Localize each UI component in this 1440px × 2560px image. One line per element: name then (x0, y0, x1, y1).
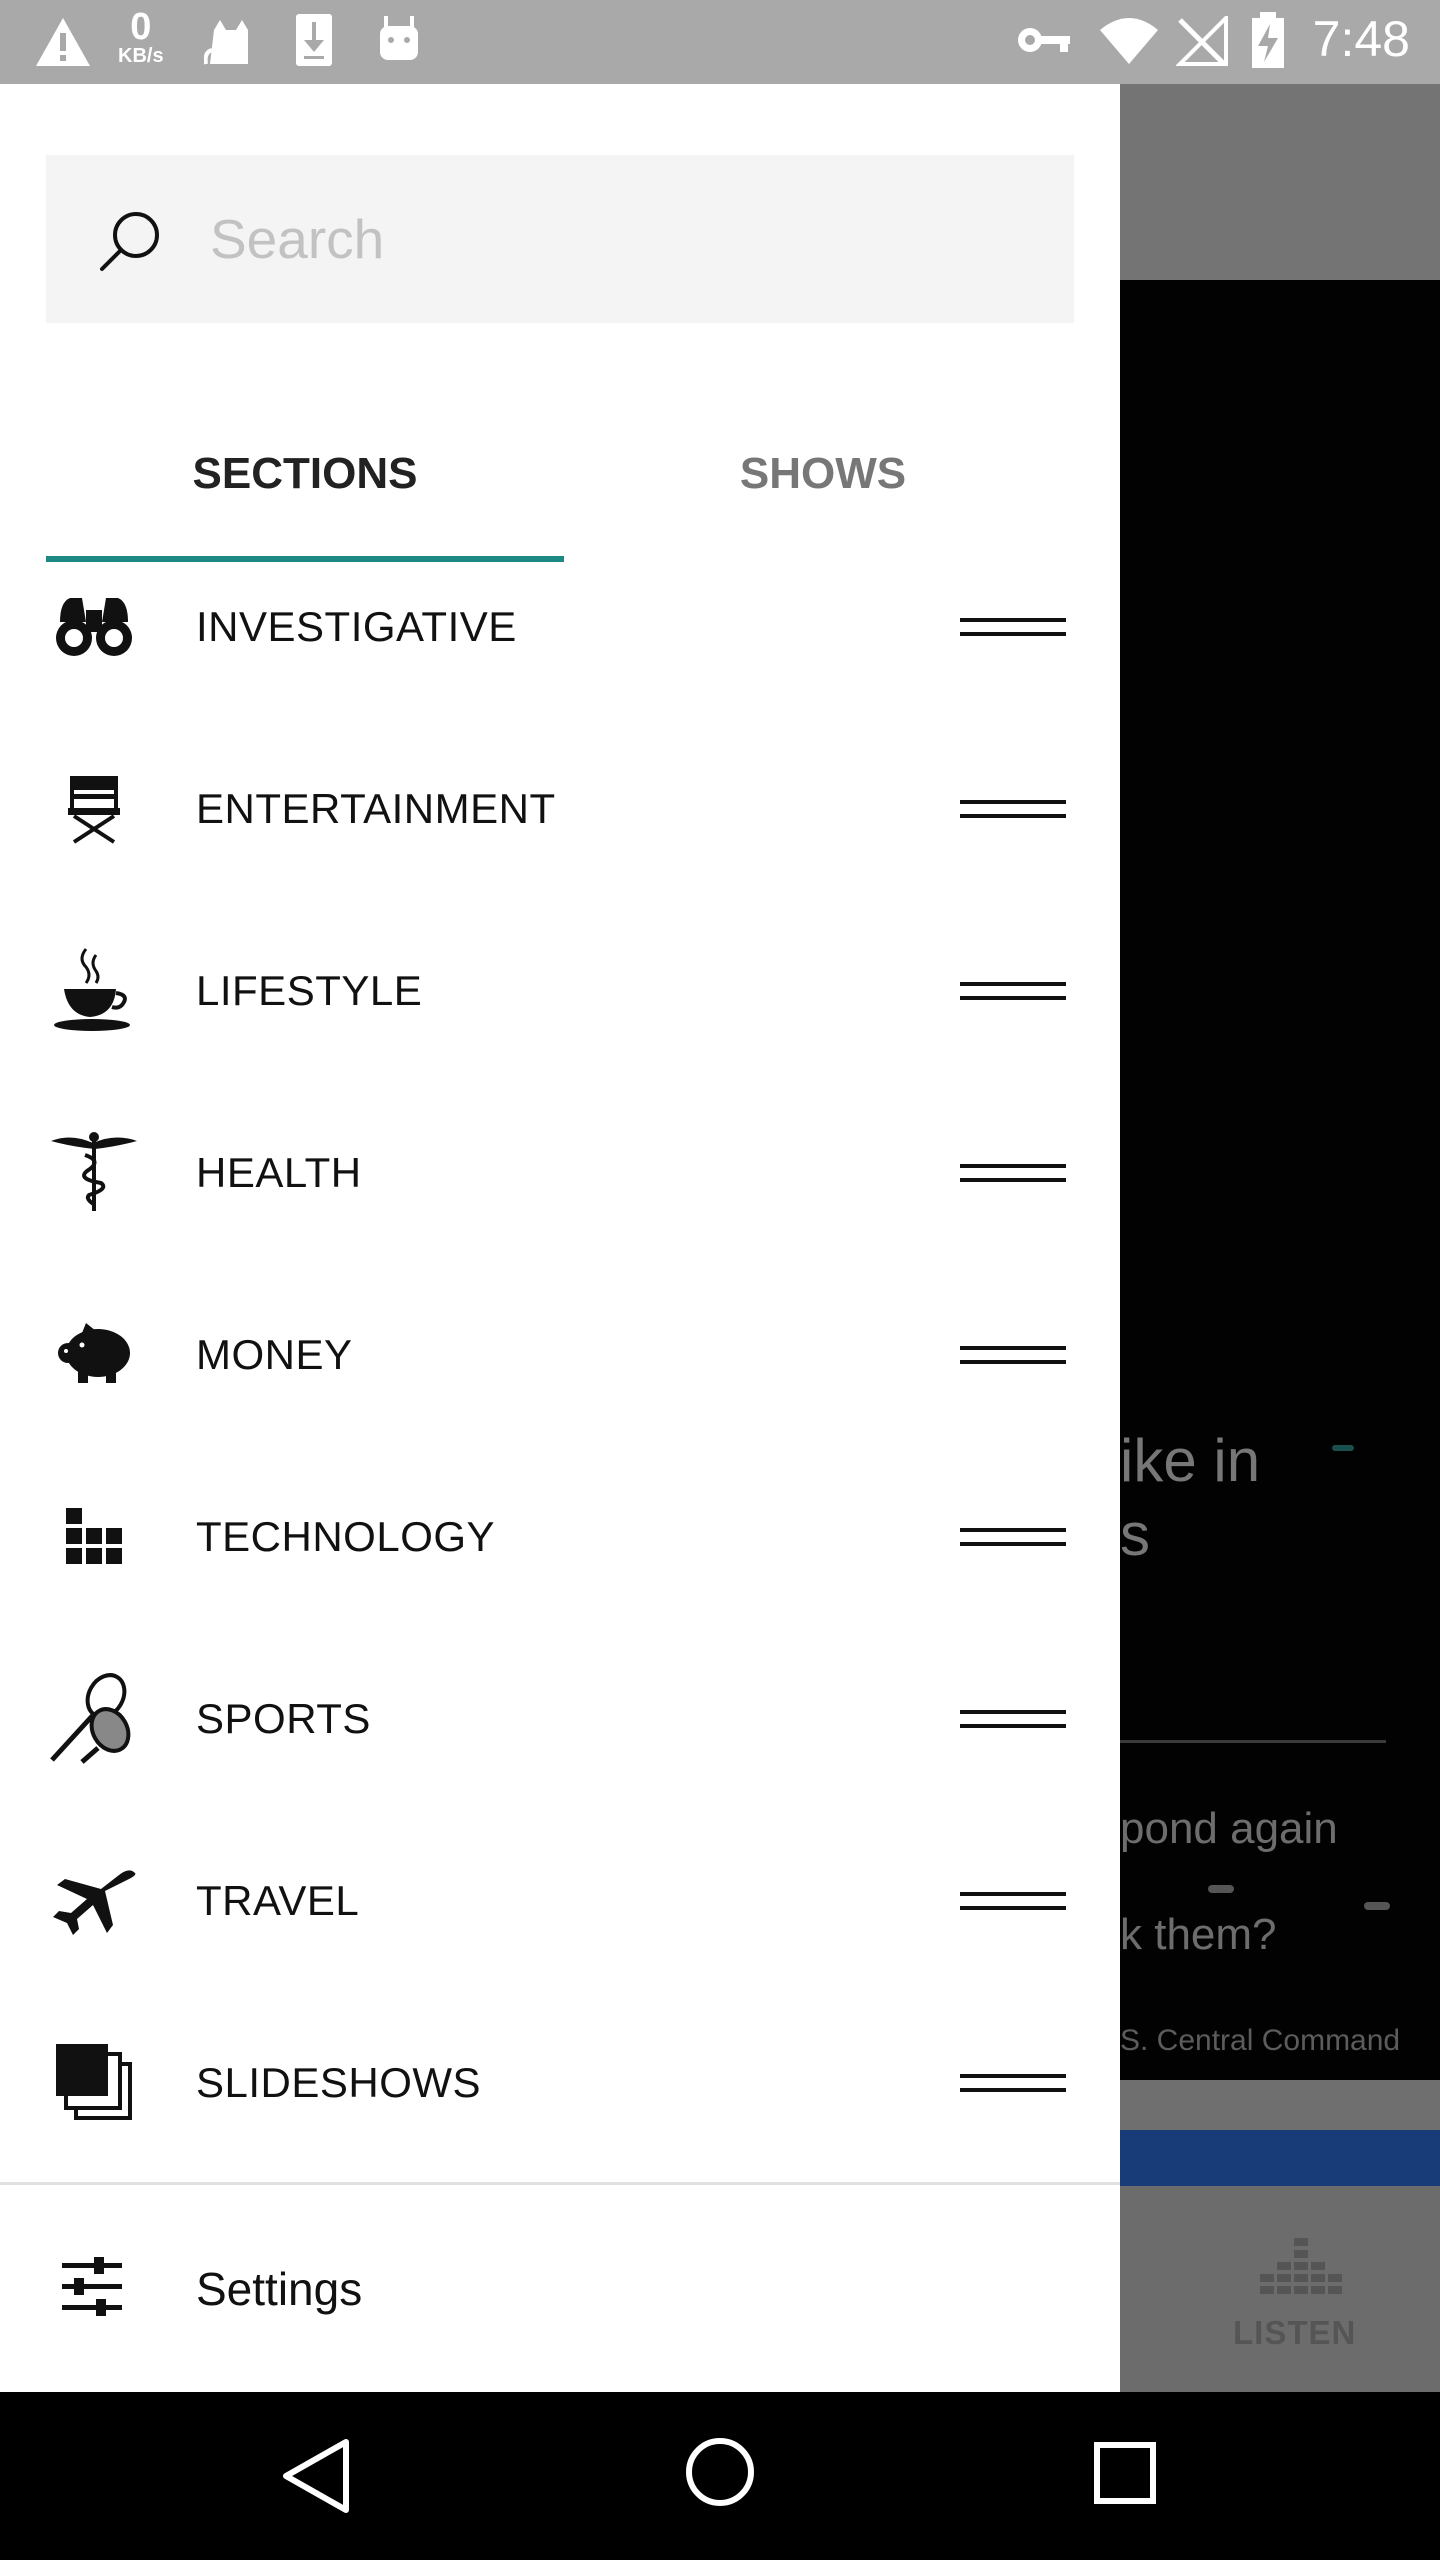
section-item-investigative[interactable]: INVESTIGATIVE (0, 536, 1120, 718)
directors-chair-icon (46, 760, 142, 856)
section-item-health[interactable]: HEALTH (0, 1082, 1120, 1264)
settings-label: Settings (196, 2262, 363, 2315)
android-icon (380, 16, 418, 60)
background-light-dot (1332, 1445, 1354, 1451)
cat-icon (204, 20, 248, 65)
caduceus-icon (46, 1124, 142, 1220)
download-icon (296, 14, 332, 66)
tab-shows-label: SHOWS (739, 449, 907, 498)
drag-handle-icon[interactable] (960, 1156, 1066, 1190)
section-item-slideshows[interactable]: SLIDESHOWS (0, 1992, 1120, 2174)
tennis-rackets-icon (46, 1670, 142, 1766)
drag-handle-icon[interactable] (960, 1520, 1066, 1554)
grid-blocks-icon (46, 1488, 142, 1584)
section-label: TECHNOLOGY (196, 1513, 496, 1560)
system-navigation-bar (0, 2392, 1440, 2560)
listen-tab-label: LISTEN (1233, 2314, 1357, 2351)
section-item-money[interactable]: MONEY (0, 1264, 1120, 1446)
background-divider (1120, 1740, 1386, 1743)
settings-item[interactable]: Settings (0, 2185, 1120, 2392)
back-icon[interactable] (280, 2438, 352, 2514)
drag-handle-icon[interactable] (960, 792, 1066, 826)
background-headline: ike in s (1120, 1427, 1261, 1568)
background-app: ike in s pond again k them? S. Central C… (1120, 84, 1440, 2392)
sliders-icon (62, 2257, 122, 2316)
section-label: TRAVEL (196, 1877, 360, 1924)
background-light-dot (1364, 1902, 1390, 1910)
section-item-sports[interactable]: SPORTS (0, 1628, 1120, 1810)
drag-handle-icon[interactable] (960, 2066, 1066, 2100)
section-item-travel[interactable]: TRAVEL (0, 1810, 1120, 1992)
wifi-icon (1100, 18, 1158, 64)
navigation-drawer: SECTIONS SHOWS INVESTIGATIVE ENTERTAINME… (0, 84, 1120, 2392)
section-label: LIFESTYLE (196, 967, 423, 1014)
status-time: 7:48 (1312, 11, 1410, 67)
drag-handle-icon[interactable] (960, 1702, 1066, 1736)
background-caption: S. Central Command (1120, 2024, 1401, 2057)
search-bar[interactable] (46, 155, 1074, 323)
section-label: INVESTIGATIVE (196, 603, 517, 650)
piggy-bank-icon (46, 1306, 142, 1402)
drag-handle-icon[interactable] (960, 1884, 1066, 1918)
section-label: SLIDESHOWS (196, 2059, 482, 2106)
section-item-lifestyle[interactable]: LIFESTYLE (0, 900, 1120, 1082)
background-header (1120, 84, 1440, 280)
background-light-dot (1208, 1885, 1234, 1893)
battery-charging-icon (1252, 12, 1284, 68)
section-label: MONEY (196, 1331, 353, 1378)
no-signal-icon (1176, 16, 1228, 66)
drag-handle-icon[interactable] (960, 610, 1066, 644)
stacked-slides-icon (46, 2034, 142, 2130)
background-text-line-1: pond again (1120, 1804, 1338, 1853)
search-input[interactable] (210, 191, 1030, 287)
tab-sections[interactable]: SECTIONS (46, 424, 564, 524)
section-label: SPORTS (196, 1695, 371, 1742)
background-strip (1120, 2080, 1440, 2130)
section-label: HEALTH (196, 1149, 362, 1196)
coffee-cup-icon (46, 942, 142, 1038)
section-item-entertainment[interactable]: ENTERTAINMENT (0, 718, 1120, 900)
vpn-key-icon (1018, 28, 1070, 52)
warning-icon (36, 18, 90, 66)
tab-sections-label: SECTIONS (192, 449, 418, 498)
home-icon[interactable] (684, 2436, 756, 2508)
airplane-icon (46, 1852, 142, 1948)
net-speed-value: 0 (130, 6, 152, 48)
status-bar: 0 KB/s 7:48 (0, 0, 1440, 84)
drag-handle-icon[interactable] (960, 1338, 1066, 1372)
recent-apps-icon[interactable] (1094, 2442, 1156, 2504)
drag-handle-icon[interactable] (960, 974, 1066, 1008)
section-label: ENTERTAINMENT (196, 785, 556, 832)
section-item-technology[interactable]: TECHNOLOGY (0, 1446, 1120, 1628)
background-blue-strip (1120, 2130, 1440, 2186)
equalizer-icon (1260, 2238, 1342, 2294)
background-text-line-2: k them? (1120, 1910, 1277, 1959)
net-speed-indicator: 0 KB/s (118, 8, 164, 66)
search-icon (100, 212, 159, 271)
binoculars-icon (46, 578, 142, 674)
net-speed-unit: KB/s (118, 45, 164, 67)
tab-shows[interactable]: SHOWS (564, 424, 1082, 524)
